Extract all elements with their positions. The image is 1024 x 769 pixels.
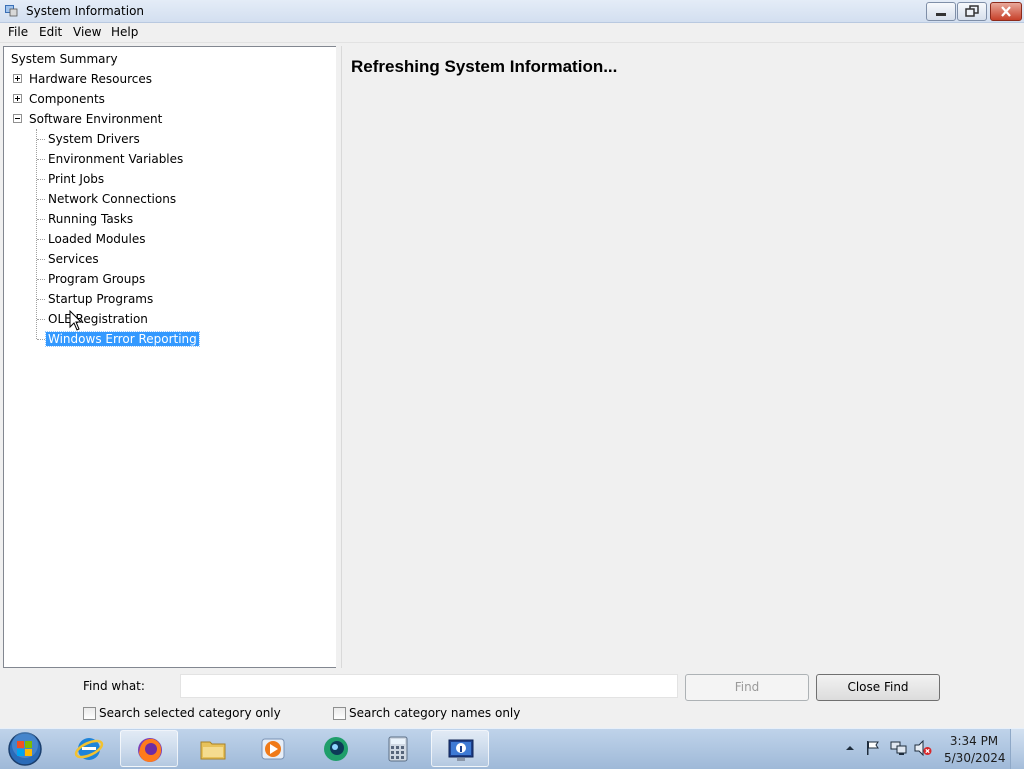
search-selected-category-label[interactable]: Search selected category only (99, 706, 281, 720)
tree-item-components[interactable]: Components (27, 90, 107, 108)
details-pane: Refreshing System Information... (341, 46, 1024, 668)
chat-app-icon (324, 737, 348, 761)
tree-item-program-groups[interactable]: Program Groups (46, 270, 147, 288)
search-selected-category-checkbox[interactable] (83, 707, 96, 720)
close-find-button[interactable]: Close Find (816, 674, 940, 701)
tree-connector (37, 179, 45, 180)
taskbar-file-explorer[interactable] (184, 730, 242, 767)
taskbar-system-information[interactable] (431, 730, 489, 767)
expand-icon[interactable] (13, 94, 22, 103)
tree-item-ole-registration[interactable]: OLE Registration (46, 310, 150, 328)
find-input[interactable] (180, 674, 678, 698)
system-information-icon[interactable] (4, 3, 18, 17)
tree-item-label: Network Connections (48, 192, 177, 206)
tree-connector (37, 139, 45, 140)
menu-bar: File Edit View Help (0, 23, 1024, 43)
close-icon (1001, 6, 1011, 17)
collapse-icon[interactable] (13, 114, 22, 123)
tree-item-software-environment[interactable]: Software Environment (27, 110, 164, 128)
system-clock[interactable]: 3:34 PM 5/30/2024 (944, 733, 1006, 767)
tree-item-system-summary[interactable]: System Summary (9, 50, 120, 68)
find-label: Find what: (83, 679, 145, 693)
tree-item-label: Components (29, 92, 105, 106)
tree-item-print-jobs[interactable]: Print Jobs (46, 170, 106, 188)
tree-item-windows-error-reporting[interactable]: Windows Error Reporting (45, 330, 200, 348)
pane-splitter[interactable] (336, 46, 340, 668)
clock-date: 5/30/2024 (944, 751, 1006, 765)
tree-connector (37, 159, 45, 160)
restore-button[interactable] (957, 2, 987, 21)
minimize-button[interactable] (926, 2, 956, 21)
menu-edit[interactable]: Edit (39, 25, 62, 39)
tree-item-label: Windows Error Reporting (45, 331, 200, 347)
tree-item-label: Environment Variables (48, 152, 184, 166)
tree-item-label: Software Environment (29, 112, 163, 126)
tree-connector (37, 339, 45, 340)
tree-item-label: Services (48, 252, 99, 266)
tree-item-label: System Summary (11, 52, 118, 66)
action-center-flag-icon[interactable] (865, 740, 881, 756)
tree-connector (36, 129, 37, 339)
tree-item-label: System Drivers (48, 132, 140, 146)
tree-connector (37, 319, 45, 320)
tree-item-hardware-resources[interactable]: Hardware Resources (27, 70, 154, 88)
menu-help[interactable]: Help (111, 25, 138, 39)
tree-connector (37, 259, 45, 260)
tree-connector (37, 279, 45, 280)
tree-item-label: Hardware Resources (29, 72, 153, 86)
show-desktop-button[interactable] (1010, 729, 1024, 769)
taskbar-media-player[interactable] (244, 730, 302, 767)
search-category-names-checkbox[interactable] (333, 707, 346, 720)
tree-item-label: Running Tasks (48, 212, 134, 226)
tree-item-label: Program Groups (48, 272, 146, 286)
tree-item-services[interactable]: Services (46, 250, 101, 268)
clock-time: 3:34 PM (949, 734, 999, 748)
tree-item-label: OLE Registration (48, 312, 148, 326)
taskbar-calculator[interactable] (369, 730, 427, 767)
taskbar: 3:34 PM 5/30/2024 (0, 728, 1024, 769)
tree-item-running-tasks[interactable]: Running Tasks (46, 210, 135, 228)
menu-file[interactable]: File (8, 25, 28, 39)
tree-item-label: Startup Programs (48, 292, 154, 306)
tree-item-environment-variables[interactable]: Environment Variables (46, 150, 185, 168)
media-player-icon (261, 738, 285, 760)
menu-view[interactable]: View (73, 25, 101, 39)
restore-icon (965, 5, 979, 17)
minimize-icon (936, 13, 946, 16)
mouse-cursor-icon (69, 310, 83, 331)
close-button[interactable] (990, 2, 1022, 21)
calculator-icon (388, 736, 408, 762)
status-message: Refreshing System Information... (351, 57, 618, 76)
tree-item-startup-programs[interactable]: Startup Programs (46, 290, 155, 308)
start-button-icon[interactable] (6, 731, 44, 767)
tree-connector (37, 199, 45, 200)
expand-icon[interactable] (13, 74, 22, 83)
tree-item-label: Print Jobs (48, 172, 105, 186)
tree-connector (37, 219, 45, 220)
tree-connector (37, 239, 45, 240)
tree-item-loaded-modules[interactable]: Loaded Modules (46, 230, 148, 248)
system-information-icon (448, 739, 474, 761)
window-title: System Information (26, 4, 145, 18)
taskbar-chat-app[interactable] (307, 730, 365, 767)
taskbar-internet-explorer[interactable] (60, 730, 118, 767)
title-bar: System Information (0, 0, 1024, 23)
tree-item-label: Loaded Modules (48, 232, 146, 246)
tree-item-system-drivers[interactable]: System Drivers (46, 130, 142, 148)
find-button[interactable]: Find (685, 674, 809, 701)
show-hidden-icons-icon[interactable] (845, 743, 855, 753)
volume-muted-icon[interactable] (914, 740, 932, 756)
folder-icon (200, 741, 226, 760)
tree-item-network-connections[interactable]: Network Connections (46, 190, 178, 208)
category-tree[interactable]: System Summary Hardware Resources Compon… (3, 46, 337, 668)
network-icon[interactable] (890, 740, 908, 756)
tree-connector (37, 299, 45, 300)
taskbar-firefox[interactable] (120, 730, 178, 767)
internet-explorer-icon (74, 738, 104, 760)
search-category-names-label[interactable]: Search category names only (349, 706, 520, 720)
firefox-icon (138, 738, 162, 762)
